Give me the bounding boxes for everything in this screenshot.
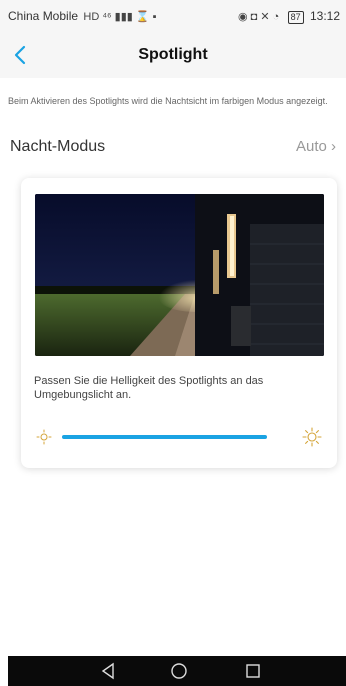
night-mode-row[interactable]: Nacht-Modus Auto › bbox=[0, 130, 346, 164]
page-title: Spotlight bbox=[138, 46, 208, 63]
nav-home-button[interactable] bbox=[170, 662, 188, 680]
night-mode-value: Auto › bbox=[296, 138, 336, 155]
camera-preview-image bbox=[35, 194, 324, 356]
signal-icons: HD ⁴⁶ ▮▮▮ ⌛ ▪ bbox=[83, 11, 157, 23]
spotlight-card: Passen Sie die Helligkeit des Spotlights… bbox=[21, 178, 337, 468]
clock: 13:12 bbox=[309, 9, 340, 23]
circle-home-icon bbox=[171, 663, 187, 679]
sun-high-icon bbox=[302, 427, 322, 447]
nav-recent-button[interactable] bbox=[244, 662, 262, 680]
square-recent-icon bbox=[246, 664, 260, 678]
sun-low-icon bbox=[36, 429, 52, 445]
status-icons: ◉ ◘ ✕ ◔ bbox=[237, 11, 280, 23]
app-header: Spotlight bbox=[0, 34, 346, 78]
chevron-right-icon: › bbox=[331, 138, 336, 155]
status-bar: China Mobile HD ⁴⁶ ▮▮▮ ⌛ ▪ ◉ ◘ ✕ ◔ 87 13… bbox=[0, 0, 346, 34]
brightness-slider[interactable] bbox=[62, 435, 267, 439]
night-mode-value-text: Auto bbox=[295, 138, 327, 155]
brightness-description: Passen Sie die Helligkeit des Spotlights… bbox=[34, 375, 264, 401]
night-mode-label: Nacht-Modus bbox=[10, 138, 106, 155]
carrier-name: China Mobile bbox=[8, 9, 79, 23]
system-nav-bar bbox=[8, 656, 346, 686]
triangle-back-icon bbox=[101, 662, 114, 680]
nav-back-button[interactable] bbox=[99, 662, 117, 680]
battery-icon: 87 bbox=[287, 11, 304, 24]
spotlight-info-text: Beim Aktivieren des Spotlights wird die … bbox=[8, 96, 328, 106]
